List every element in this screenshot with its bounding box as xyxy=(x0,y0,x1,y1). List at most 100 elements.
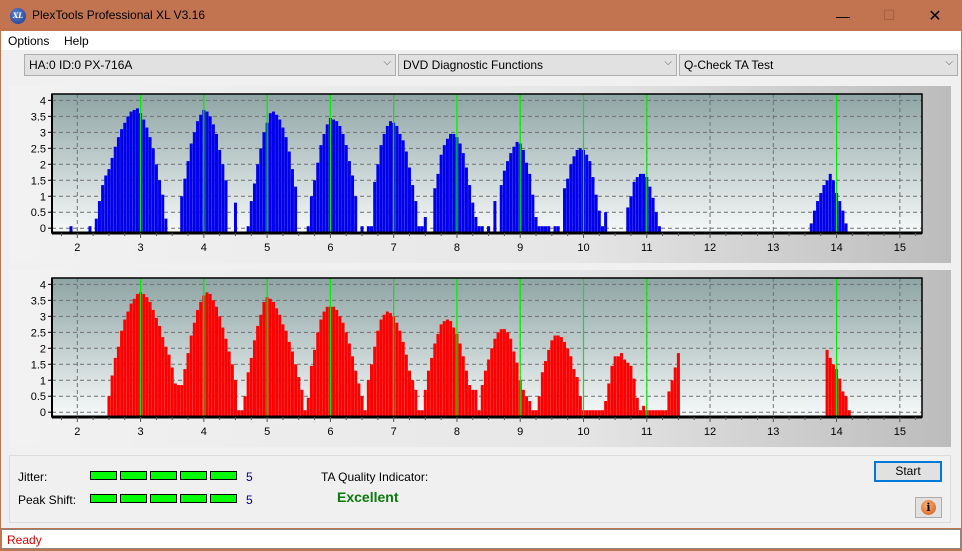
bar xyxy=(332,306,336,417)
bar xyxy=(196,309,200,417)
bar xyxy=(199,301,203,417)
bar xyxy=(825,180,829,233)
bar xyxy=(632,378,636,417)
minimize-button[interactable]: — xyxy=(820,0,866,31)
bar xyxy=(594,194,598,233)
bar xyxy=(341,322,345,417)
y-tick-label: 0 xyxy=(40,223,46,235)
bar xyxy=(259,314,263,417)
y-tick-label: 3 xyxy=(40,127,46,139)
drive-select[interactable]: HA:0 ID:0 PX-716A ⌵ xyxy=(24,54,396,76)
maximize-button[interactable]: ☐ xyxy=(866,0,912,31)
bar xyxy=(521,149,525,233)
menu-options[interactable]: Options xyxy=(8,34,49,48)
x-tick-label: 3 xyxy=(138,426,144,438)
bar xyxy=(164,346,168,417)
bar xyxy=(309,196,313,233)
bar xyxy=(256,325,260,417)
menu-help[interactable]: Help xyxy=(64,34,89,48)
function-select[interactable]: DVD Diagnostic Functions ⌵ xyxy=(398,54,677,76)
bar xyxy=(215,133,219,233)
bar xyxy=(610,365,614,417)
start-button[interactable]: Start xyxy=(874,461,942,482)
bar xyxy=(142,119,146,233)
bar xyxy=(670,380,674,417)
bar xyxy=(604,212,608,233)
bar xyxy=(379,145,383,233)
bar xyxy=(445,138,449,233)
bottom-chart-svg: 0 0.5 1 1.5 2 2.5 3 3.5 4 2 3 4 5 6 7 8 9 10 11 12 13 14 15 xyxy=(31,277,923,438)
bar xyxy=(294,186,298,233)
bar xyxy=(151,148,155,233)
bar xyxy=(629,196,633,233)
x-tick-label: 6 xyxy=(327,426,333,438)
bar xyxy=(183,369,187,417)
bar xyxy=(196,121,200,233)
info-icon: i xyxy=(921,500,936,515)
bar xyxy=(113,146,117,233)
bar xyxy=(173,383,177,417)
bar xyxy=(525,396,529,417)
bar xyxy=(819,193,823,233)
bar xyxy=(294,364,298,417)
bar xyxy=(224,180,228,233)
bar xyxy=(673,367,677,417)
bar xyxy=(464,167,468,233)
bar xyxy=(161,194,165,233)
bar xyxy=(525,162,529,233)
bar xyxy=(300,389,304,417)
bar xyxy=(572,156,576,233)
bar xyxy=(635,397,639,417)
bar xyxy=(183,178,187,233)
info-button[interactable]: i xyxy=(915,497,942,518)
bar xyxy=(123,319,127,417)
bar xyxy=(506,161,510,233)
y-tick-label: 4 xyxy=(40,279,46,291)
meter-segment xyxy=(150,494,177,503)
bar xyxy=(831,364,835,417)
bar xyxy=(822,185,826,233)
bar xyxy=(309,365,313,417)
bar xyxy=(544,361,548,417)
bar xyxy=(123,122,127,233)
bar xyxy=(167,354,171,417)
bar xyxy=(436,333,440,417)
bar xyxy=(271,111,275,233)
bar xyxy=(499,185,503,233)
bar xyxy=(104,175,108,233)
bar xyxy=(148,301,152,417)
bar xyxy=(442,145,446,233)
bar xyxy=(192,132,196,233)
bar xyxy=(559,337,563,417)
bar xyxy=(341,133,345,233)
bar xyxy=(401,140,405,233)
bar xyxy=(154,164,158,233)
bar xyxy=(506,332,510,417)
bar xyxy=(218,316,222,417)
bar xyxy=(395,322,399,417)
x-tick-label: 14 xyxy=(830,242,842,254)
bar xyxy=(395,125,399,233)
bar xyxy=(493,201,497,233)
bar xyxy=(626,362,630,417)
close-button[interactable]: ✕ xyxy=(912,0,958,31)
bar xyxy=(145,297,149,417)
status-text: Ready xyxy=(7,533,42,547)
bar xyxy=(464,370,468,417)
bar xyxy=(120,330,124,417)
bar xyxy=(468,185,472,233)
bar xyxy=(528,173,532,233)
test-select[interactable]: Q-Check TA Test ⌵ xyxy=(679,54,958,76)
bar xyxy=(512,351,516,417)
bar xyxy=(281,324,285,417)
bar xyxy=(385,311,389,417)
meter-segment xyxy=(90,494,117,503)
bar xyxy=(540,372,544,417)
meter-segment xyxy=(120,471,147,480)
bar xyxy=(177,385,181,417)
bar xyxy=(249,357,253,417)
bar xyxy=(249,201,253,233)
status-bar: Ready xyxy=(1,529,961,549)
bar xyxy=(547,349,551,417)
y-tick-label: 1 xyxy=(40,375,46,387)
